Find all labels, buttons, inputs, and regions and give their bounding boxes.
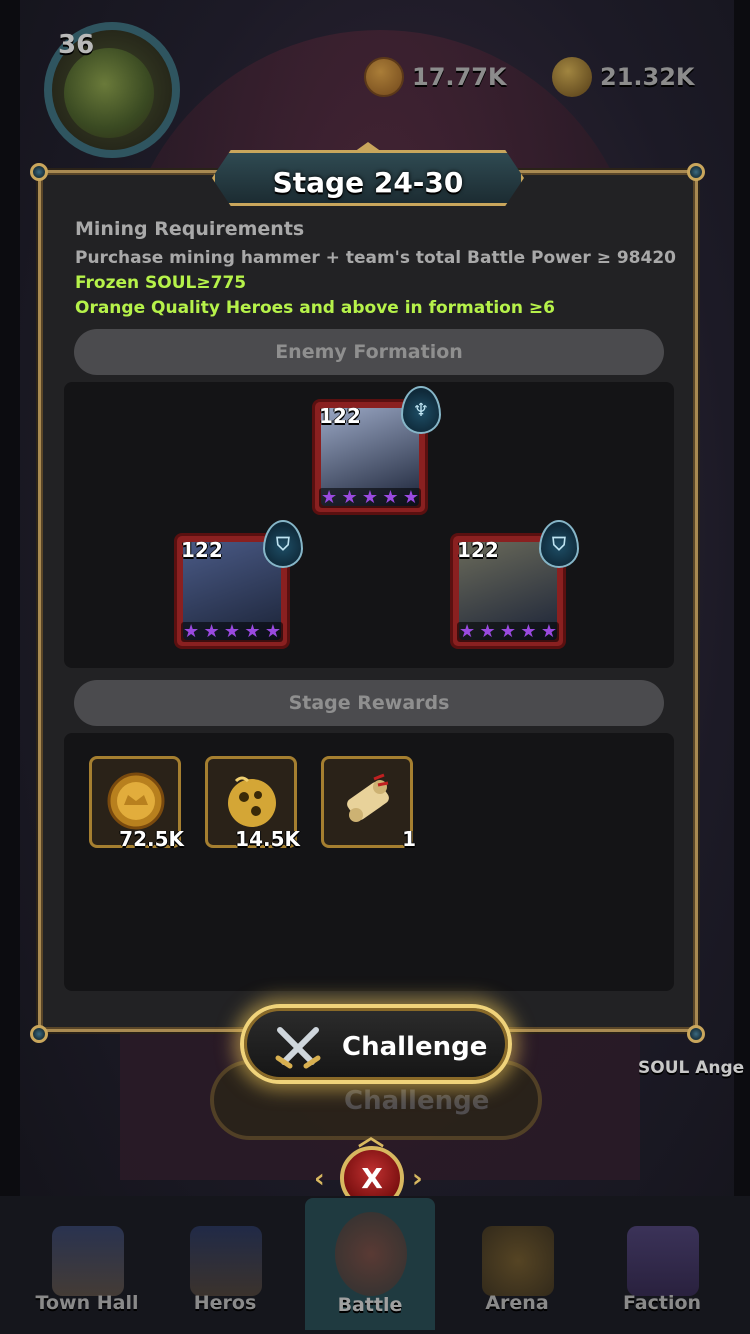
reward-quantity: 72.5K [119, 827, 184, 851]
star-icon: ★ [520, 621, 537, 642]
nav-label: Heros [193, 1292, 257, 1314]
chevron-right-icon: › [412, 1164, 423, 1194]
challenge-label: Challenge [342, 1032, 488, 1062]
star-icon: ★ [361, 487, 379, 508]
star-icon: ★ [459, 621, 476, 642]
stage-title: Stage 24-30 [272, 166, 464, 199]
top-hud: 36 17.77K 21.32K [0, 0, 750, 160]
reward-scroll[interactable]: 1 [321, 756, 416, 851]
hero-stars: ★ ★ ★ ★ ★ [457, 622, 559, 642]
star-icon: ★ [499, 621, 517, 642]
star-icon: ★ [402, 487, 419, 508]
nav-label: Faction [622, 1292, 702, 1314]
star-icon: ★ [382, 487, 399, 508]
scroll-icon [347, 773, 389, 822]
nav-faction[interactable]: Faction [597, 1216, 727, 1326]
requirements-title: Mining Requirements [75, 218, 305, 240]
banner-icon [627, 1226, 699, 1296]
corner-ornament [30, 163, 48, 181]
nav-label: Town Hall [35, 1292, 139, 1314]
nav-label: Battle [337, 1294, 403, 1316]
reward-soul[interactable]: 14.5K [205, 756, 300, 851]
gold-coin-icon [364, 57, 404, 97]
soul-angel-label: SOUL Ange [638, 1058, 745, 1078]
background-challenge-label: Challenge [344, 1086, 490, 1116]
enemy-formation-header: Enemy Formation [74, 329, 664, 375]
enemy-hero-card[interactable]: 122 ★ ★ ★ ★ ★ ⛉ [450, 520, 579, 649]
enemy-hero-card[interactable]: 122 ★ ★ ★ ★ ★ ♆ [312, 386, 441, 515]
gold-amount: 17.77K [412, 63, 507, 91]
enemy-hero-card[interactable]: 122 ★ ★ ★ ★ ★ ⛉ [174, 520, 303, 649]
challenge-button[interactable]: Challenge [240, 1004, 512, 1084]
chevron-left-icon: ‹ [314, 1164, 325, 1194]
star-icon: ★ [264, 621, 281, 642]
star-icon: ★ [479, 621, 496, 642]
reward-quantity: 14.5K [235, 827, 300, 851]
star-icon: ★ [321, 487, 338, 508]
helmet-icon [190, 1226, 262, 1296]
reward-gold[interactable]: 72.5K [89, 756, 184, 851]
star-icon: ★ [203, 621, 220, 642]
soul-amount: 21.32K [600, 63, 695, 91]
background-left-edge [0, 0, 20, 1334]
nav-battle[interactable]: Battle [305, 1198, 435, 1330]
nav-town-hall[interactable]: Town Hall [22, 1216, 152, 1326]
star-icon: ★ [183, 621, 200, 642]
gold-resource: 17.77K [364, 56, 507, 98]
requirement-orange-heroes: Orange Quality Heroes and above in forma… [75, 298, 555, 318]
hero-stars: ★ ★ ★ ★ ★ [181, 622, 283, 642]
star-icon: ★ [540, 621, 557, 642]
hero-level: 122 [181, 538, 223, 562]
requirement-battle-power: Purchase mining hammer + team's total Ba… [75, 248, 676, 268]
bottom-nav: Town Hall Heros Battle Arena Faction [0, 1196, 750, 1334]
hero-level: 122 [319, 404, 361, 428]
corner-ornament [687, 1025, 705, 1043]
reward-quantity: 1 [402, 827, 416, 851]
player-avatar[interactable] [64, 48, 154, 138]
star-icon: ★ [244, 621, 261, 642]
player-level: 36 [58, 30, 95, 60]
nav-arena[interactable]: Arena [452, 1216, 582, 1326]
hero-level: 122 [457, 538, 499, 562]
crossed-swords-icon [275, 1027, 321, 1069]
requirement-frozen-soul: Frozen SOUL≥775 [75, 273, 247, 293]
background-right-edge [734, 0, 750, 1334]
star-icon: ★ [223, 621, 241, 642]
soul-orb-icon [552, 57, 592, 97]
star-icon: ★ [341, 487, 358, 508]
soul-resource: 21.32K [552, 56, 695, 98]
stage-rewards-header: Stage Rewards [74, 680, 664, 726]
castle-icon [52, 1226, 124, 1296]
nav-heros[interactable]: Heros [160, 1216, 290, 1326]
gold-coin-icon [107, 772, 165, 830]
corner-ornament [687, 163, 705, 181]
arena-crest-icon [482, 1226, 554, 1296]
hero-stars: ★ ★ ★ ★ ★ [319, 488, 421, 508]
soul-orb-icon [228, 776, 276, 827]
corner-ornament [30, 1025, 48, 1043]
nav-label: Arena [485, 1292, 549, 1314]
skull-shield-icon [335, 1212, 407, 1296]
